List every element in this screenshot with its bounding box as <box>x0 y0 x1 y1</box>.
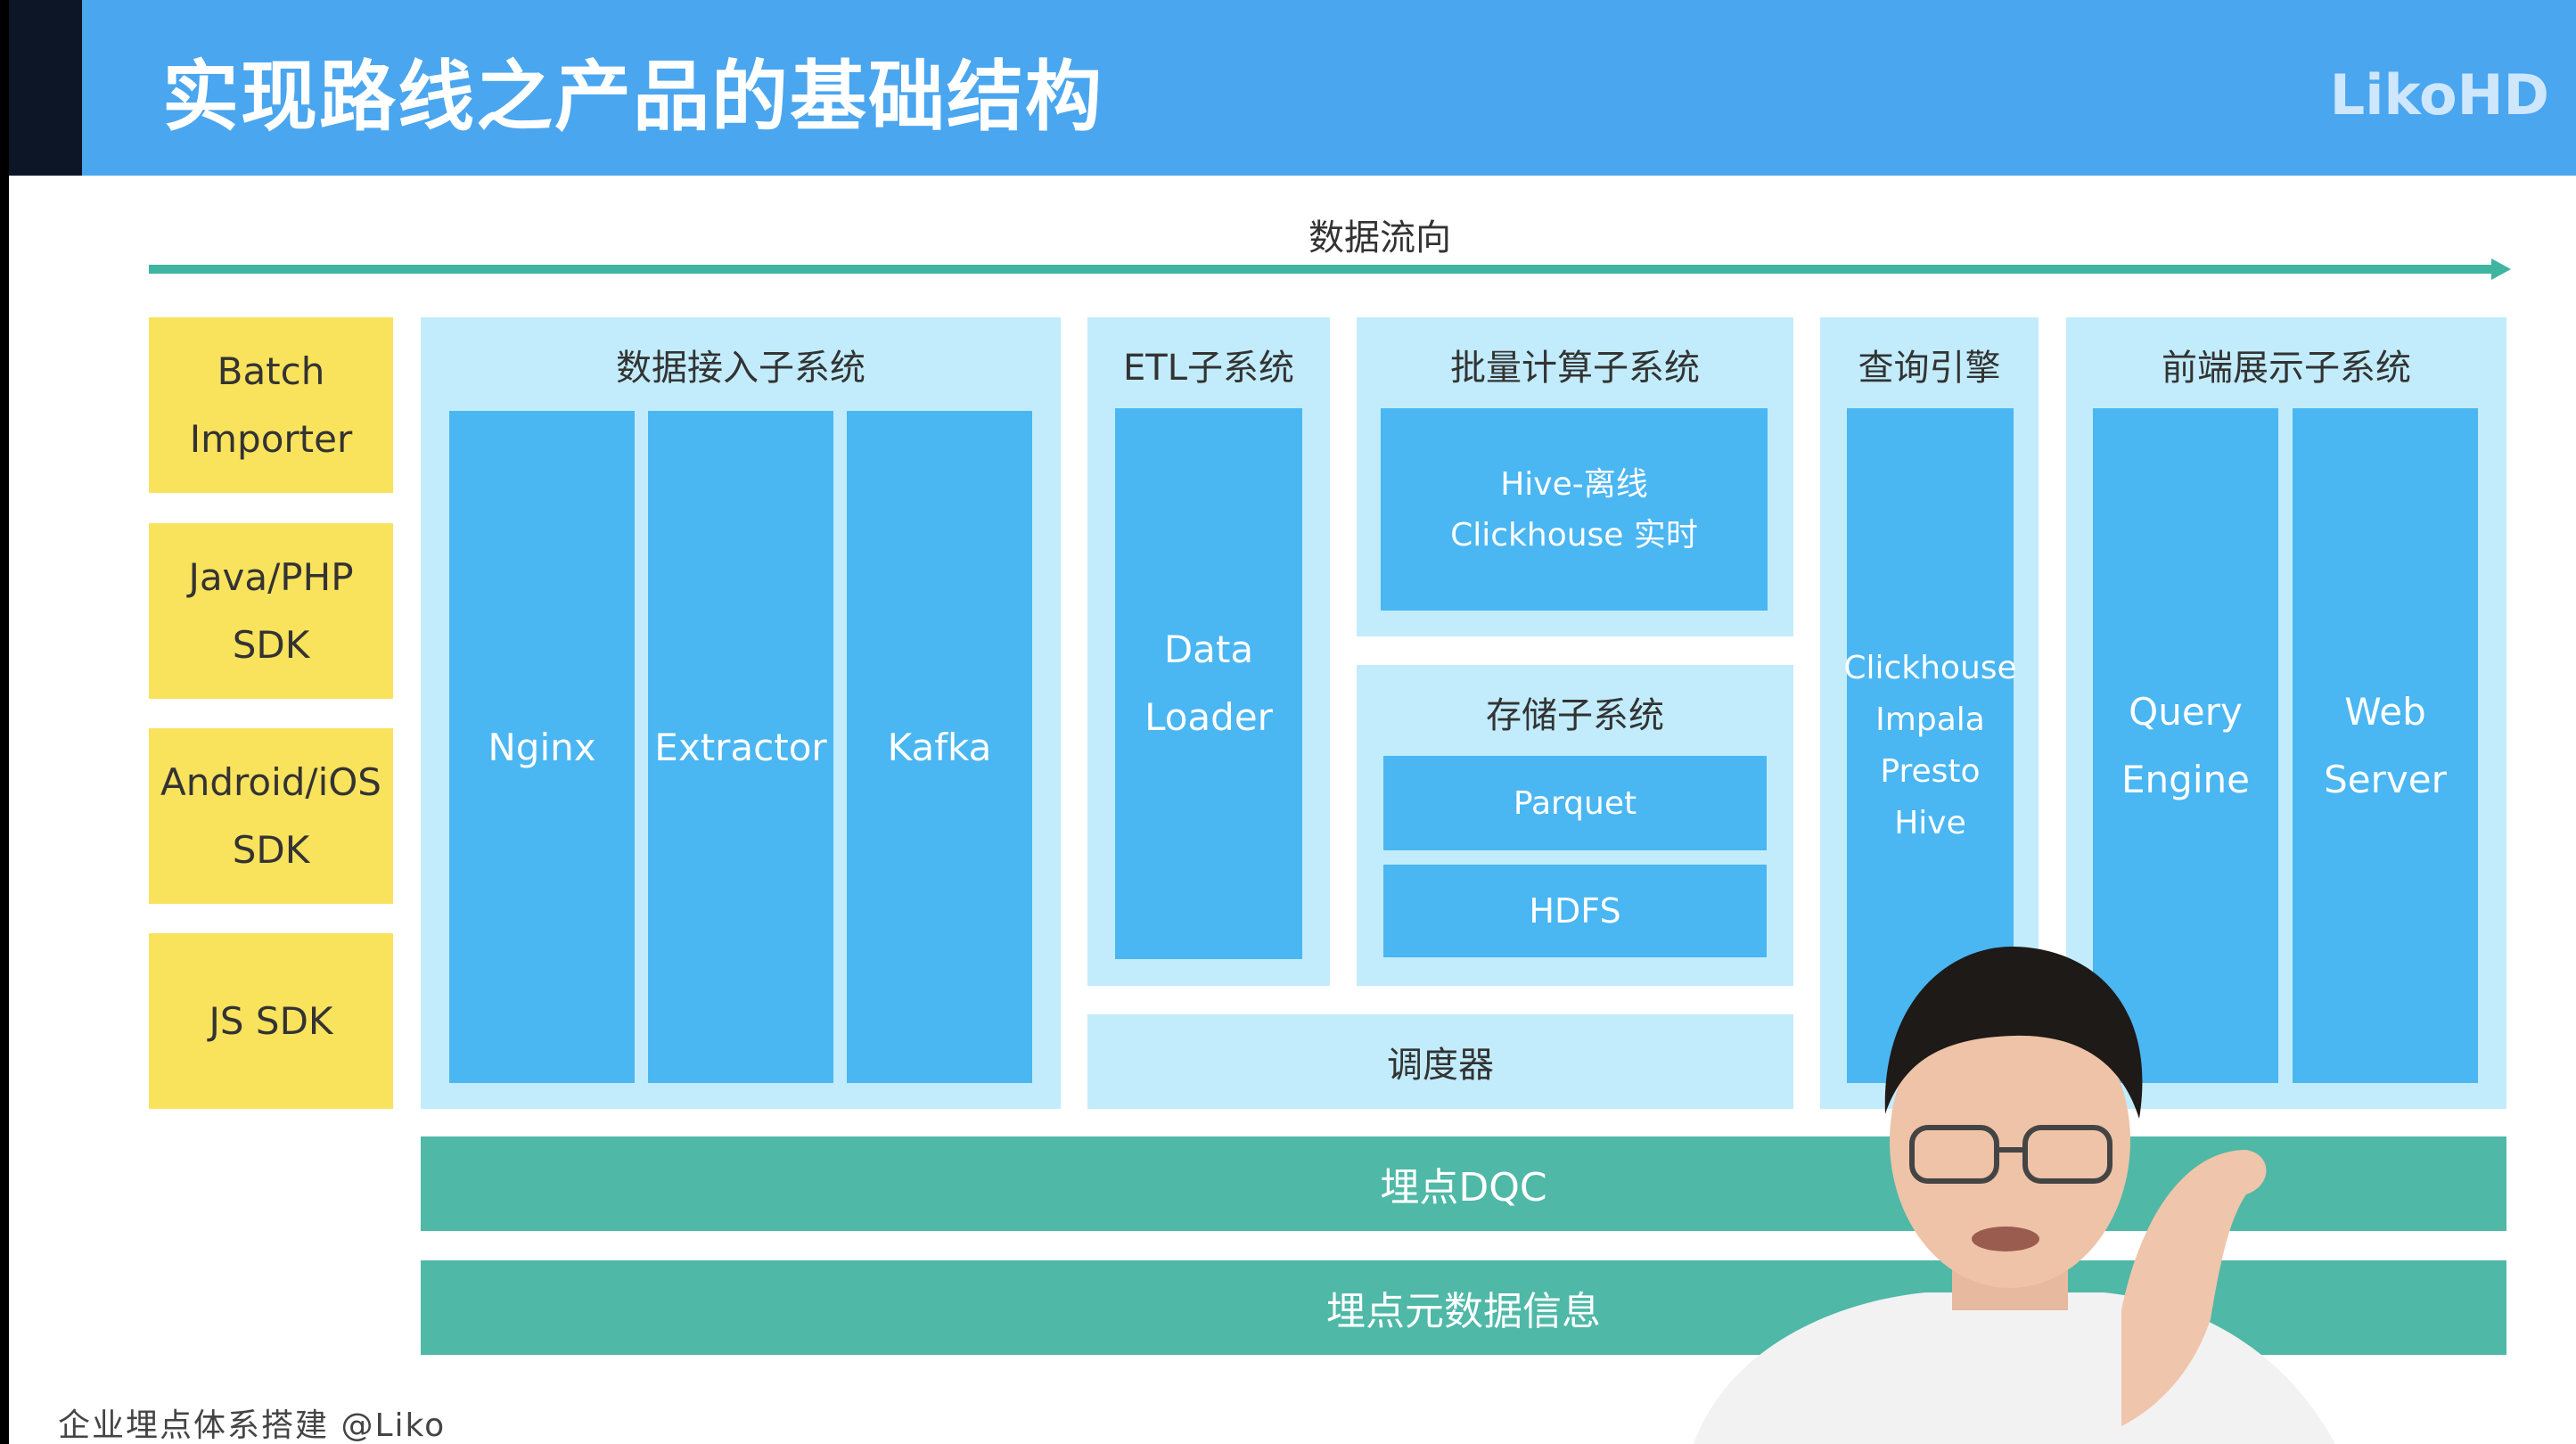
component-kafka: Kafka <box>847 411 1032 1083</box>
slide: 实现路线之产品的基础结构 LikoHD 数据流向 Batch Importer … <box>9 0 2576 1444</box>
presenter-photo-icon <box>1694 946 2335 1444</box>
panel-ingest: 数据接入子系统 Nginx Extractor Kafka <box>421 317 1061 1109</box>
panel-etl: ETL子系统 Data Loader <box>1087 317 1330 986</box>
slide-title: 实现路线之产品的基础结构 <box>162 53 1103 142</box>
source-java-php-sdk: Java/PHP SDK <box>149 523 393 699</box>
panel-batch-compute: 批量计算子系统 Hive-离线 Clickhouse 实时 <box>1357 317 1793 636</box>
source-batch-importer: Batch Importer <box>149 317 393 493</box>
component-hive-clickhouse: Hive-离线 Clickhouse 实时 <box>1381 408 1768 611</box>
panel-query-engine-title: 查询引擎 <box>1858 348 2001 389</box>
panel-frontend-title: 前端展示子系统 <box>2162 348 2411 389</box>
panel-batch-compute-title: 批量计算子系统 <box>1450 348 1700 389</box>
slide-header: 实现路线之产品的基础结构 LikoHD <box>82 0 2576 176</box>
component-nginx: Nginx <box>449 411 635 1083</box>
component-parquet: Parquet <box>1383 756 1767 850</box>
flow-arrow-line <box>149 265 2493 274</box>
left-dark-strip <box>9 0 82 176</box>
panel-etl-title: ETL子系统 <box>1123 348 1294 389</box>
source-js-sdk: JS SDK <box>149 933 393 1109</box>
panel-storage-title: 存储子系统 <box>1486 695 1664 736</box>
brand-logo: LikoHD <box>2329 62 2549 127</box>
component-extractor: Extractor <box>648 411 833 1083</box>
panel-ingest-title: 数据接入子系统 <box>616 348 866 389</box>
component-data-loader: Data Loader <box>1115 408 1302 959</box>
flow-direction-label: 数据流向 <box>1309 217 1451 258</box>
flow-arrow-head-icon <box>2491 258 2511 280</box>
source-android-ios-sdk: Android/iOS SDK <box>149 728 393 904</box>
slide-footer: 企业埋点体系搭建 @Liko <box>58 1407 447 1444</box>
